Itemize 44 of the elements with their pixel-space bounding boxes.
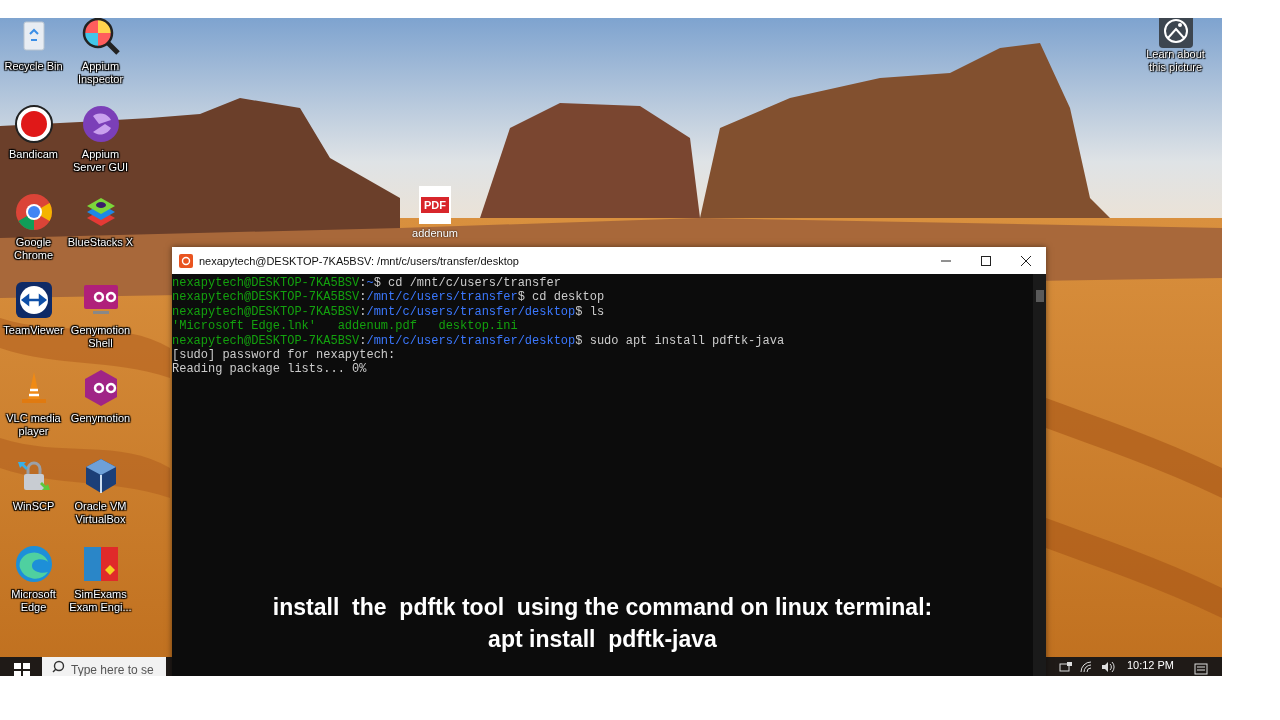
record-icon[interactable]: [13, 104, 54, 144]
windows-logo-icon[interactable]: [14, 663, 30, 676]
icon-label: Genymotion: [70, 412, 131, 425]
icon-label: BlueStacks X: [67, 236, 134, 249]
icon-label: Oracle VM VirtualBox: [73, 500, 128, 526]
terminal-line: nexapytech@DESKTOP-7KA5BSV:/mnt/c/users/transfer$ cd desktop: [172, 290, 606, 305]
magnifier-icon[interactable]: [80, 18, 121, 56]
wifi-icon[interactable]: [1079, 660, 1094, 673]
terminal-line: nexapytech@DESKTOP-7KA5BSV:/mnt/c/users/transfer/desktop$ ls: [172, 304, 606, 320]
icon-label: TeamViewer: [3, 324, 64, 337]
icon-label: Microsoft Edge: [10, 588, 57, 614]
icon-label: addenum: [412, 227, 458, 239]
window-title: nexapytech@DESKTOP-7KA5BSV: /mnt/c/users/transfer/desktop: [199, 254, 520, 267]
search-placeholder: Type here to se: [71, 662, 154, 676]
app-icon: [179, 253, 193, 268]
swirl-circle-icon[interactable]: [80, 104, 121, 144]
icon-label: SimExams Exam Engi...: [68, 588, 133, 614]
scrollbar[interactable]: [1033, 274, 1046, 676]
notification-icon[interactable]: [1194, 663, 1208, 675]
icon-label: Recycle Bin: [4, 60, 63, 73]
icon-label: VLC media player: [5, 412, 62, 438]
search-field[interactable]: Type here to se: [42, 657, 166, 676]
icon-label: Appium Inspector: [76, 60, 125, 86]
search-icon: [52, 660, 65, 673]
speaker-icon[interactable]: [1100, 660, 1115, 673]
terminal-line: [sudo] password for nexapytech:: [172, 348, 397, 363]
caption-text: install the pdftk tool using the command on linux terminal:: [272, 594, 933, 620]
icon-label: Google Chrome: [12, 236, 55, 262]
icon-label: Genymotion Shell: [69, 324, 132, 350]
icon-label: WinSCP: [12, 500, 55, 513]
clock[interactable]: 10:12 PM: [1126, 659, 1174, 671]
caption-text: apt install pdftk-java: [488, 626, 717, 652]
pdf-badge: PDF: [421, 197, 449, 213]
terminal-line: nexapytech@DESKTOP-7KA5BSV:~$ cd /mnt/c/users/transfer: [172, 276, 562, 291]
icon-label: Bandicam: [9, 148, 58, 161]
network-icon[interactable]: [1058, 660, 1073, 673]
terminal-line: Reading package lists... 0%: [172, 362, 368, 377]
pdf-file-icon[interactable]: PDF: [419, 186, 451, 224]
browser-icon[interactable]: [13, 192, 54, 232]
icon-label: Appium Server GUI: [72, 148, 129, 174]
terminal-line: nexapytech@DESKTOP-7KA5BSV:/mnt/c/users/transfer/desktop$ sudo apt install pdftk-java: [172, 333, 786, 349]
icon-label: Learn about this picture: [1145, 48, 1206, 74]
terminal-line: 'Microsoft Edge.lnk' addenum.pdf desktop.ini: [172, 319, 519, 334]
landscape-icon[interactable]: [1158, 18, 1193, 48]
